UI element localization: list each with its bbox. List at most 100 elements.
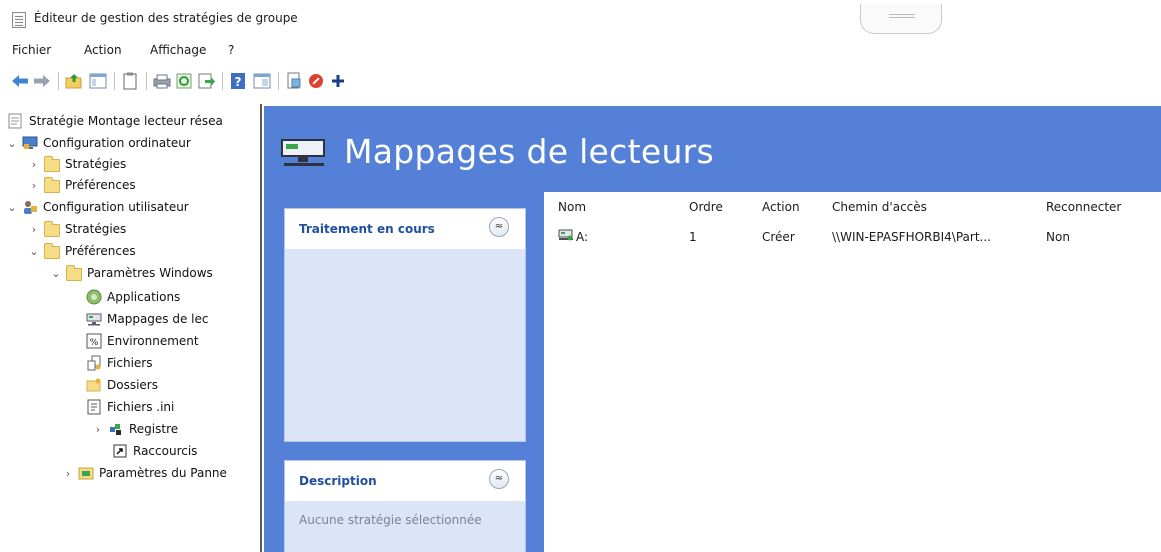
column-header-nom[interactable]: Nom — [558, 200, 586, 214]
tree-item-label: Stratégies — [65, 222, 127, 236]
tree-item-label: Fichiers — [107, 356, 153, 370]
tree-item-files[interactable]: Fichiers — [86, 352, 152, 374]
chevron-right-icon[interactable]: › — [28, 223, 40, 236]
folder-icon — [44, 155, 60, 172]
tree-item-shortcuts[interactable]: Raccourcis — [112, 440, 197, 462]
toolbar-separator — [278, 72, 279, 90]
tree-item-computer-config[interactable]: ⌄ Configuration ordinateur — [6, 132, 191, 154]
help-icon[interactable]: ? — [228, 70, 248, 92]
tree-item-cc-strategies[interactable]: › Stratégies — [28, 153, 126, 175]
collapse-icon[interactable]: ≈ — [489, 469, 509, 489]
chevron-right-icon[interactable]: › — [92, 423, 104, 436]
export-icon[interactable] — [196, 70, 216, 92]
control-panel-icon — [78, 465, 94, 481]
toolbar-separator — [114, 72, 115, 90]
up-folder-icon[interactable] — [64, 70, 84, 92]
tree-item-drive-maps[interactable]: Mappages de lec — [86, 308, 209, 330]
tree-item-label: Stratégie Montage lecteur résea — [29, 114, 223, 128]
tree-item-gpo-root[interactable]: Stratégie Montage lecteur résea — [8, 110, 223, 132]
properties-icon[interactable] — [120, 70, 140, 92]
back-arrow-icon[interactable] — [10, 70, 30, 92]
items-list: Nom Ordre Action Chemin d'accès Reconnec… — [544, 192, 1161, 552]
card-header: Traitement en cours ≈ — [285, 209, 525, 249]
menu-help[interactable]: ? — [228, 43, 234, 57]
toolbar: ? — [0, 62, 700, 102]
title-grip-handle[interactable] — [860, 4, 942, 34]
chevron-down-icon[interactable]: ⌄ — [50, 267, 62, 280]
chevron-down-icon[interactable]: ⌄ — [28, 245, 40, 258]
cell-path: \\WIN-EPASFHORBI4\Part... — [832, 230, 991, 244]
tree-item-label: Paramètres du Panne — [99, 466, 227, 480]
files-icon — [86, 355, 102, 371]
tree-item-cc-preferences[interactable]: › Préférences — [28, 174, 136, 196]
menu-action[interactable]: Action — [84, 43, 122, 57]
details-pane: Mappages de lecteurs Traitement en cours… — [264, 106, 1161, 552]
tree-item-uc-preferences[interactable]: ⌄ Préférences — [28, 240, 136, 262]
processing-card: Traitement en cours ≈ — [284, 208, 526, 442]
folder-icon — [44, 220, 60, 237]
tree-item-uc-strategies[interactable]: › Stratégies — [28, 218, 126, 240]
tree-item-label: Environnement — [107, 334, 199, 348]
folder-icon — [44, 242, 60, 259]
tree-item-label: Applications — [107, 290, 181, 304]
forward-arrow-icon[interactable] — [32, 70, 52, 92]
chevron-down-icon[interactable]: ⌄ — [6, 137, 18, 150]
tree-item-folders[interactable]: Dossiers — [86, 374, 158, 396]
menu-fichier[interactable]: Fichier — [12, 43, 51, 57]
card-title: Description — [299, 474, 377, 488]
toolbar-separator — [146, 72, 147, 90]
toolbar-separator — [222, 72, 223, 90]
tree-item-registry[interactable]: › Registre — [92, 418, 178, 440]
column-header-chemin[interactable]: Chemin d'accès — [832, 200, 927, 214]
cell-reconnect: Non — [1046, 230, 1070, 244]
collapse-icon[interactable]: ≈ — [489, 217, 509, 237]
row-drive-icon — [558, 228, 574, 245]
user-config-icon — [22, 199, 38, 215]
applications-icon — [86, 289, 102, 305]
svg-text:?: ? — [235, 75, 242, 89]
new-item-icon[interactable] — [284, 70, 304, 92]
gpo-editor-app-icon — [12, 12, 26, 28]
tree-item-user-config[interactable]: ⌄ Configuration utilisateur — [6, 196, 189, 218]
tree-item-label: Préférences — [65, 178, 136, 192]
refresh-icon[interactable] — [174, 70, 194, 92]
menu-affichage[interactable]: Affichage — [150, 43, 206, 57]
add-icon[interactable] — [328, 70, 348, 92]
toolbar-separator — [58, 72, 59, 90]
header-banner: Mappages de lecteurs — [264, 106, 1161, 192]
tree-item-label: Registre — [129, 422, 179, 436]
column-header-reconnecter[interactable]: Reconnecter — [1046, 200, 1121, 214]
view-icon[interactable] — [252, 70, 272, 92]
chevron-down-icon[interactable]: ⌄ — [6, 201, 18, 214]
column-header-action[interactable]: Action — [762, 200, 800, 214]
show-hide-tree-icon[interactable] — [88, 70, 108, 92]
registry-icon — [108, 421, 124, 437]
print-icon[interactable] — [152, 70, 172, 92]
tree-item-label: Configuration ordinateur — [43, 136, 191, 150]
stop-icon[interactable] — [306, 70, 326, 92]
page-title: Mappages de lecteurs — [344, 132, 715, 171]
chevron-right-icon[interactable]: › — [62, 467, 74, 480]
tree-item-applications[interactable]: Applications — [86, 286, 180, 308]
chevron-right-icon[interactable]: › — [28, 158, 40, 171]
computer-config-icon — [22, 135, 38, 151]
tree-item-label: Dossiers — [107, 378, 158, 392]
tree-item-label: Paramètres Windows — [87, 266, 213, 280]
tree-item-label: Fichiers .ini — [107, 400, 175, 414]
tree-item-label: Stratégies — [65, 157, 127, 171]
tree-item-label: Préférences — [65, 244, 136, 258]
tree-item-windows-settings[interactable]: ⌄ Paramètres Windows — [50, 262, 213, 284]
column-header-ordre[interactable]: Ordre — [689, 200, 723, 214]
description-text: Aucune stratégie sélectionnée — [299, 513, 482, 527]
tree-item-control-panel[interactable]: › Paramètres du Panne — [62, 462, 227, 484]
tree-item-environment[interactable]: % Environnement — [86, 330, 199, 352]
chevron-right-icon[interactable]: › — [28, 179, 40, 192]
drive-map-icon — [86, 311, 102, 327]
window-title: Éditeur de gestion des stratégies de gro… — [34, 11, 298, 25]
title-bar: Éditeur de gestion des stratégies de gro… — [0, 0, 1161, 34]
tree-item-ini-files[interactable]: Fichiers .ini — [86, 396, 174, 418]
console-tree: Stratégie Montage lecteur résea ⌄ Config… — [0, 104, 262, 552]
description-card: Description ≈ Aucune stratégie sélection… — [284, 460, 526, 552]
tree-item-label: Configuration utilisateur — [43, 200, 189, 214]
svg-text:%: % — [90, 338, 99, 348]
